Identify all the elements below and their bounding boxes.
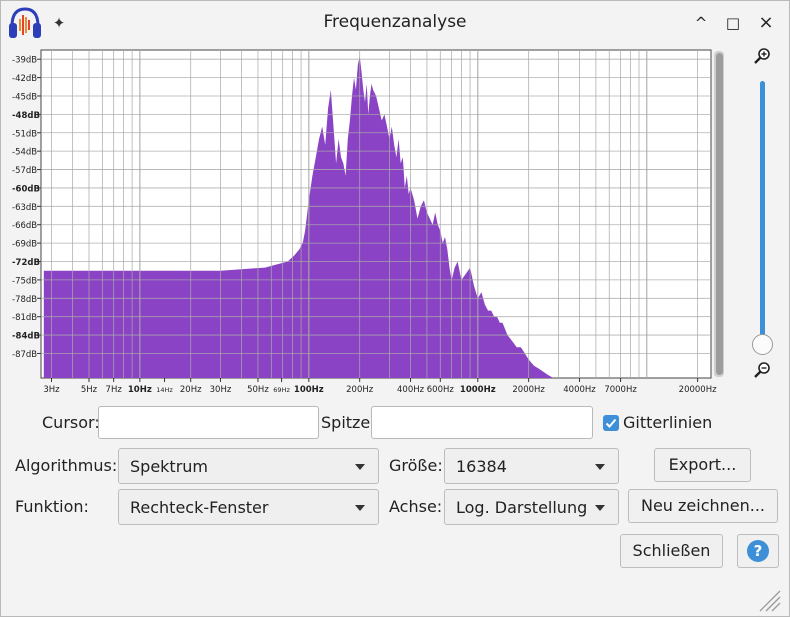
x-tick-label: 14Hz [156,386,173,394]
y-tick-label: -81dB [12,313,37,323]
maximize-button[interactable]: □ [723,13,743,33]
y-tick-label: -60dB [12,184,40,194]
y-tick-label: -75dB [12,276,37,286]
y-tick-label: -69dB [12,240,37,250]
y-tick-label: -51dB [12,129,37,139]
y-tick-label: -45dB [12,92,37,102]
cursor-field[interactable] [98,406,319,439]
x-tick-label: 30Hz [210,385,232,395]
spectrum-chart[interactable]: -39dB -42dB -45dB -48dB -51dB -54dB -57dB -60dB… [1,45,790,405]
chevron-down-icon [595,505,605,511]
y-tick-label: -63dB [12,203,37,213]
function-label: Funktion: [15,497,89,516]
x-tick-label: 5Hz [81,385,98,395]
gridlines-label[interactable]: Gitterlinien [623,413,712,432]
x-tick-label: 1000Hz [460,385,496,395]
checkmark-icon [605,418,617,428]
cursor-label: Cursor: [42,413,100,432]
x-tick-label: 10Hz [128,385,152,395]
zoom-slider-track[interactable] [760,81,765,337]
resize-grip-icon[interactable] [755,586,781,612]
close-button[interactable]: × [756,13,776,33]
y-tick-label: -87dB [12,350,37,360]
replot-button[interactable]: Neu zeichnen... [628,489,778,523]
y-tick-label: -78dB [12,295,37,305]
axis-select[interactable]: Log. Darstellung [444,489,619,525]
algorithm-label: Algorithmus: [15,456,118,475]
y-tick-label: -39dB [12,56,37,66]
peak-field[interactable] [371,406,593,439]
plot-scrollbar-thumb[interactable] [716,53,723,375]
y-tick-label: -57dB [12,166,37,176]
y-tick-label: -84dB [12,332,40,342]
algorithm-value: Spektrum [130,457,208,476]
x-tick-label: 20000Hz [679,385,717,395]
y-tick-label: -66dB [12,221,37,231]
export-button[interactable]: Export... [654,448,751,482]
y-tick-label: -42dB [12,74,37,84]
help-icon: ? [747,540,769,562]
x-tick-label: 3Hz [43,385,60,395]
spectrum-plot-area[interactable]: -39dB -42dB -45dB -48dB -51dB -54dB -57dB -60dB… [1,45,790,405]
x-tick-label: 200Hz [346,385,374,395]
x-tick-label: 400Hz [397,385,425,395]
x-tick-label: 600Hz [427,385,455,395]
peak-label: Spitze: [321,413,376,432]
zoom-in-icon[interactable] [753,47,771,65]
title-bar: ✦ Frequenzanalyse ^ □ × [1,1,789,45]
axis-label: Achse: [389,497,443,516]
axis-value: Log. Darstellung [456,498,588,517]
x-tick-label: 4000Hz [563,385,596,395]
chevron-down-icon [595,464,605,470]
minimize-button[interactable]: ^ [691,13,711,33]
algorithm-select[interactable]: Spektrum [118,448,379,484]
x-tick-label: 50Hz [247,385,269,395]
x-tick-label: 7Hz [106,385,123,395]
chevron-down-icon [355,505,365,511]
size-label: Größe: [389,456,443,475]
chevron-down-icon [355,464,365,470]
x-tick-label: 100Hz [294,385,324,395]
zoom-slider-handle[interactable] [752,334,773,355]
function-select[interactable]: Rechteck-Fenster [118,489,379,525]
x-tick-label: 7000Hz [604,385,637,395]
size-value: 16384 [456,457,507,476]
zoom-out-icon[interactable] [753,361,771,379]
x-tick-label: 20Hz [180,385,202,395]
function-value: Rechteck-Fenster [130,498,269,517]
y-tick-label: -72dB [12,258,40,268]
x-tick-label: 2000Hz [512,385,545,395]
size-select[interactable]: 16384 [444,448,619,484]
gridlines-checkbox[interactable] [603,415,619,431]
close-dialog-button[interactable]: Schließen [620,534,723,568]
help-button[interactable]: ? [737,534,779,568]
y-tick-label: -48dB [12,111,40,121]
frequency-analysis-dialog: ✦ Frequenzanalyse ^ □ × -39dB -42dB -45dB -… [0,0,790,617]
window-title: Frequenzanalyse [323,12,467,32]
x-tick-label: 69Hz [273,386,290,394]
y-tick-label: -54dB [12,148,37,158]
